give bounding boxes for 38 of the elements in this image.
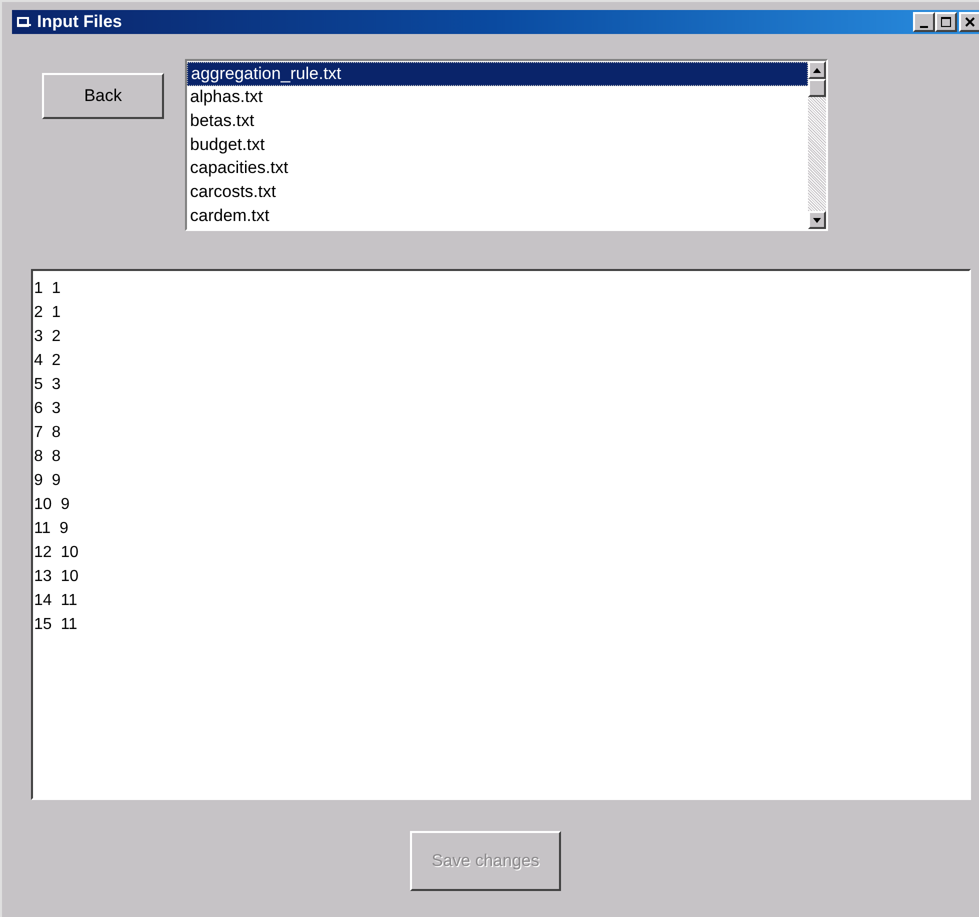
file-list-item[interactable]: budget.txt [187, 134, 808, 158]
text-line: 15 11 [34, 615, 78, 635]
file-list-item[interactable]: aggregation_rule.txt [187, 62, 808, 86]
text-line: 3 2 [34, 327, 62, 347]
text-line: 12 10 [34, 543, 80, 563]
text-line: 7 8 [34, 423, 62, 443]
text-line: 14 11 [34, 591, 78, 611]
file-list-item[interactable]: cardem.txt [187, 205, 808, 229]
text-line: 5 3 [34, 375, 62, 395]
close-button[interactable] [959, 12, 979, 32]
text-line: 11 9 [34, 519, 70, 539]
scroll-down-button[interactable] [808, 211, 826, 229]
window-title: Input Files [37, 11, 122, 34]
text-line: 2 1 [34, 303, 62, 323]
minimize-button[interactable] [913, 12, 935, 32]
scroll-up-button[interactable] [808, 61, 826, 79]
text-editor[interactable]: 1 1 2 1 3 2 4 2 5 3 6 3 7 8 8 8 9 9 10 9 11 9 12 10 13 10 14 11 15 11 [31, 269, 971, 800]
text-line: 1 1 [34, 279, 62, 299]
text-line: 4 2 [34, 351, 62, 371]
scroll-thumb[interactable] [808, 79, 826, 97]
maximize-icon [941, 17, 951, 27]
back-button[interactable]: Back [42, 73, 164, 119]
text-line: 13 10 [34, 567, 80, 587]
up-arrow-icon [813, 68, 821, 72]
file-list-item[interactable]: carcosts.txt [187, 181, 808, 206]
scrollbar[interactable] [808, 61, 826, 229]
text-line: 6 3 [34, 399, 62, 419]
minimize-icon [920, 26, 928, 28]
file-list-item[interactable]: alphas.txt [187, 86, 808, 110]
file-list-item[interactable]: capacities.txt [187, 157, 808, 182]
text-line: 10 9 [34, 495, 71, 515]
close-icon [965, 17, 975, 27]
file-list-item[interactable]: betas.txt [187, 110, 808, 134]
down-arrow-icon [813, 218, 821, 222]
text-line: 8 8 [34, 447, 62, 467]
maximize-button[interactable] [935, 12, 957, 32]
window-icon [16, 15, 32, 29]
text-line: 9 9 [34, 471, 62, 491]
